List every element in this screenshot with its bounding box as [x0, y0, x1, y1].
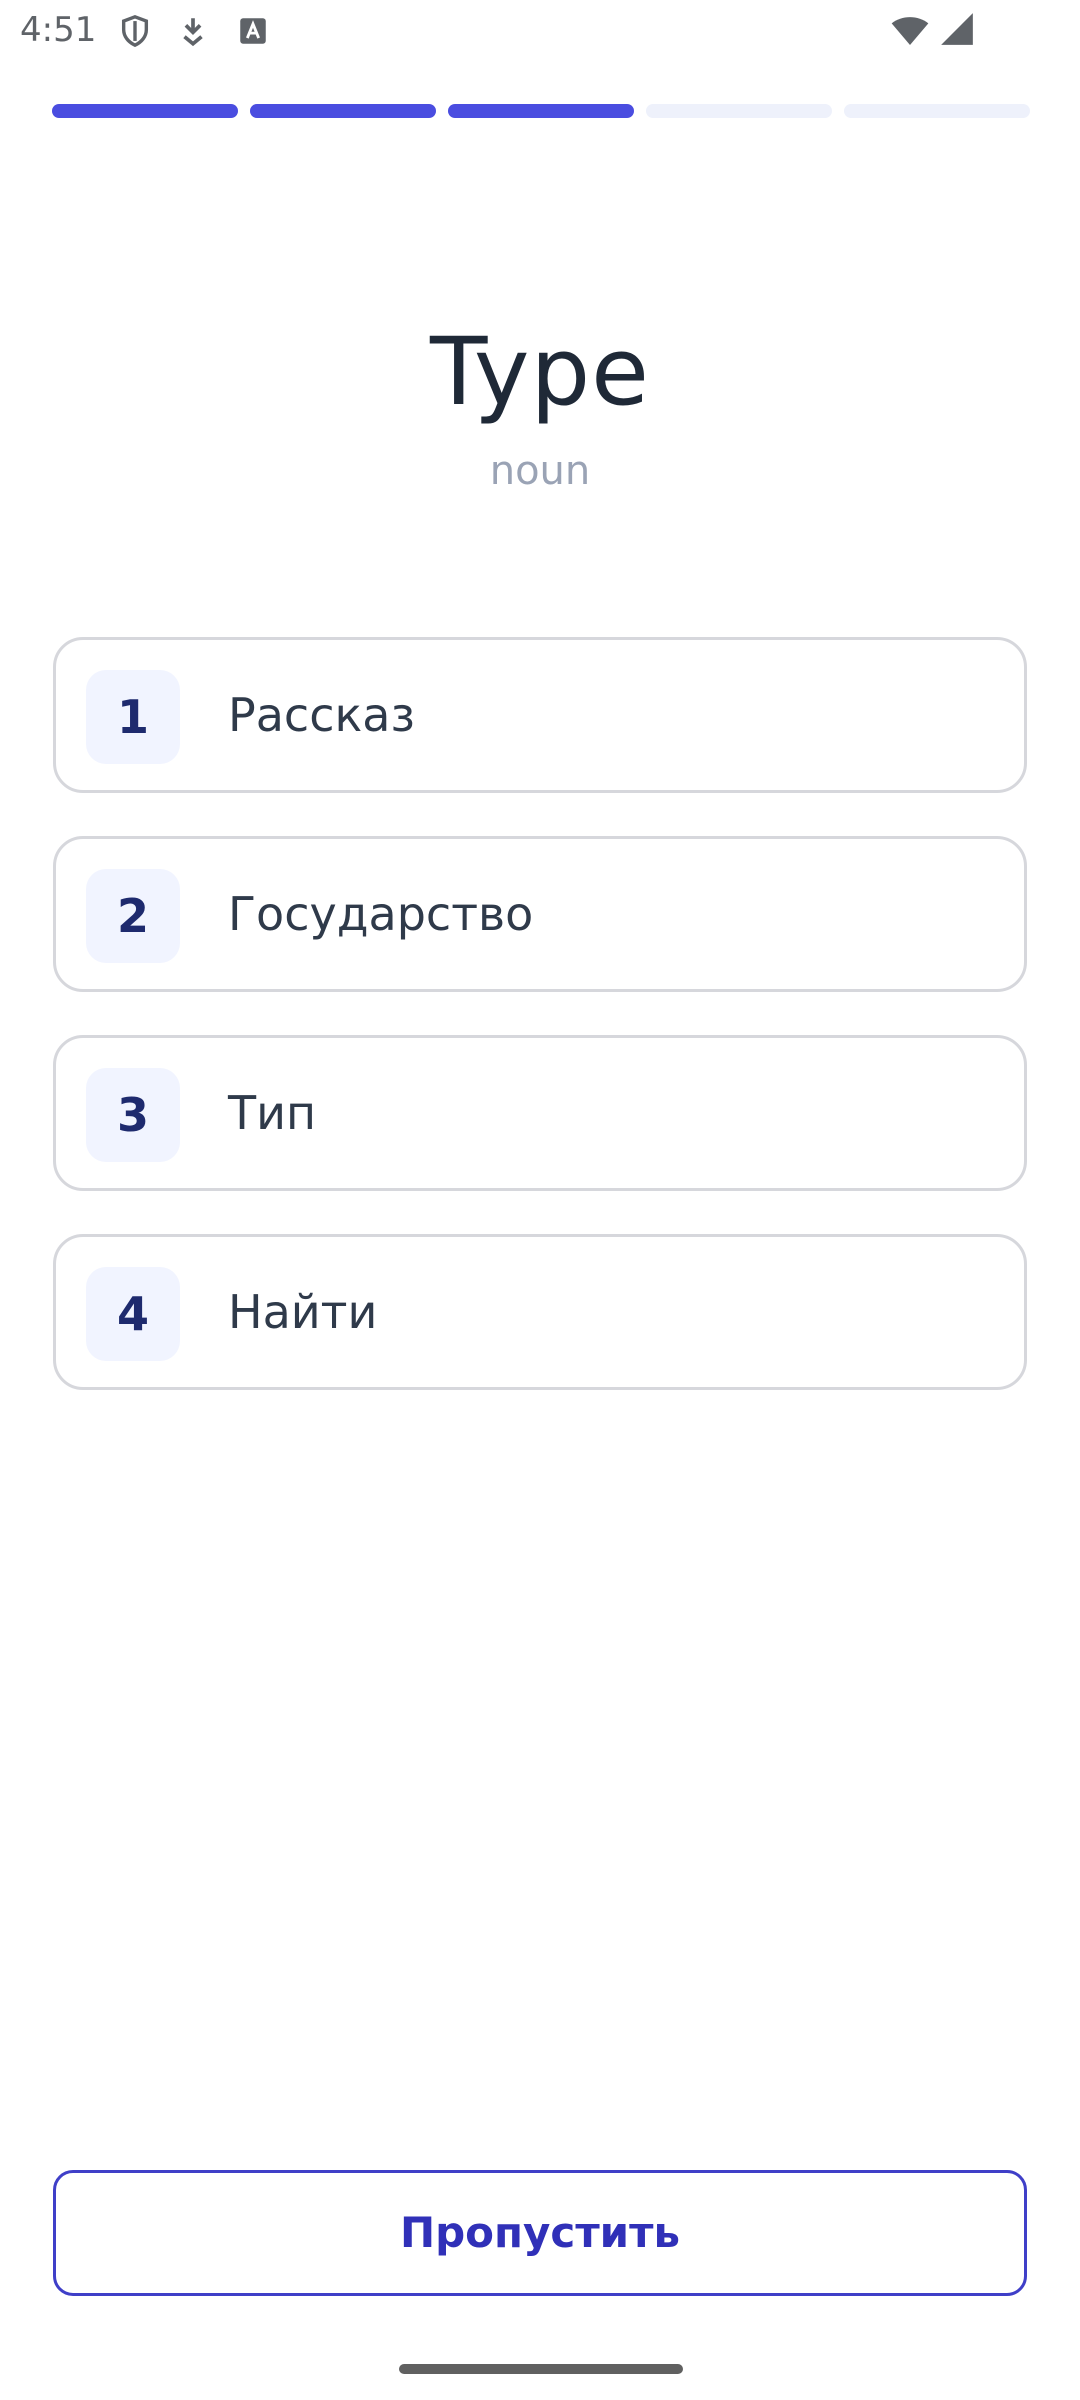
progress-segment-1: [52, 104, 238, 118]
keyboard-a-icon: [236, 14, 270, 48]
skip-button[interactable]: Пропустить: [53, 2170, 1027, 2296]
lesson-progress: [52, 104, 1030, 120]
option-number-badge: 4: [86, 1267, 180, 1361]
option-number-badge: 1: [86, 670, 180, 764]
home-indicator[interactable]: [399, 2364, 683, 2374]
option-number-badge: 3: [86, 1068, 180, 1162]
option-label: Государство: [228, 887, 534, 941]
status-bar: 4:51: [0, 0, 1080, 62]
progress-segment-2: [250, 104, 436, 118]
answer-option-2[interactable]: 2 Государство: [53, 836, 1027, 992]
wifi-icon: [890, 10, 930, 50]
option-number-badge: 2: [86, 869, 180, 963]
option-label: Рассказ: [228, 688, 415, 742]
answer-option-1[interactable]: 1 Рассказ: [53, 637, 1027, 793]
answer-option-3[interactable]: 3 Тип: [53, 1035, 1027, 1191]
progress-segment-5: [844, 104, 1030, 118]
progress-segment-3: [448, 104, 634, 118]
status-time: 4:51: [20, 10, 97, 50]
prompt-word: Type: [430, 318, 650, 427]
option-label: Найти: [228, 1285, 378, 1339]
cellular-signal-icon: [938, 10, 976, 48]
shield-icon: [118, 14, 152, 48]
option-label: Тип: [228, 1086, 317, 1140]
download-icon: [176, 14, 210, 48]
part-of-speech: noun: [489, 448, 591, 494]
progress-segment-4: [646, 104, 832, 118]
answer-option-4[interactable]: 4 Найти: [53, 1234, 1027, 1390]
